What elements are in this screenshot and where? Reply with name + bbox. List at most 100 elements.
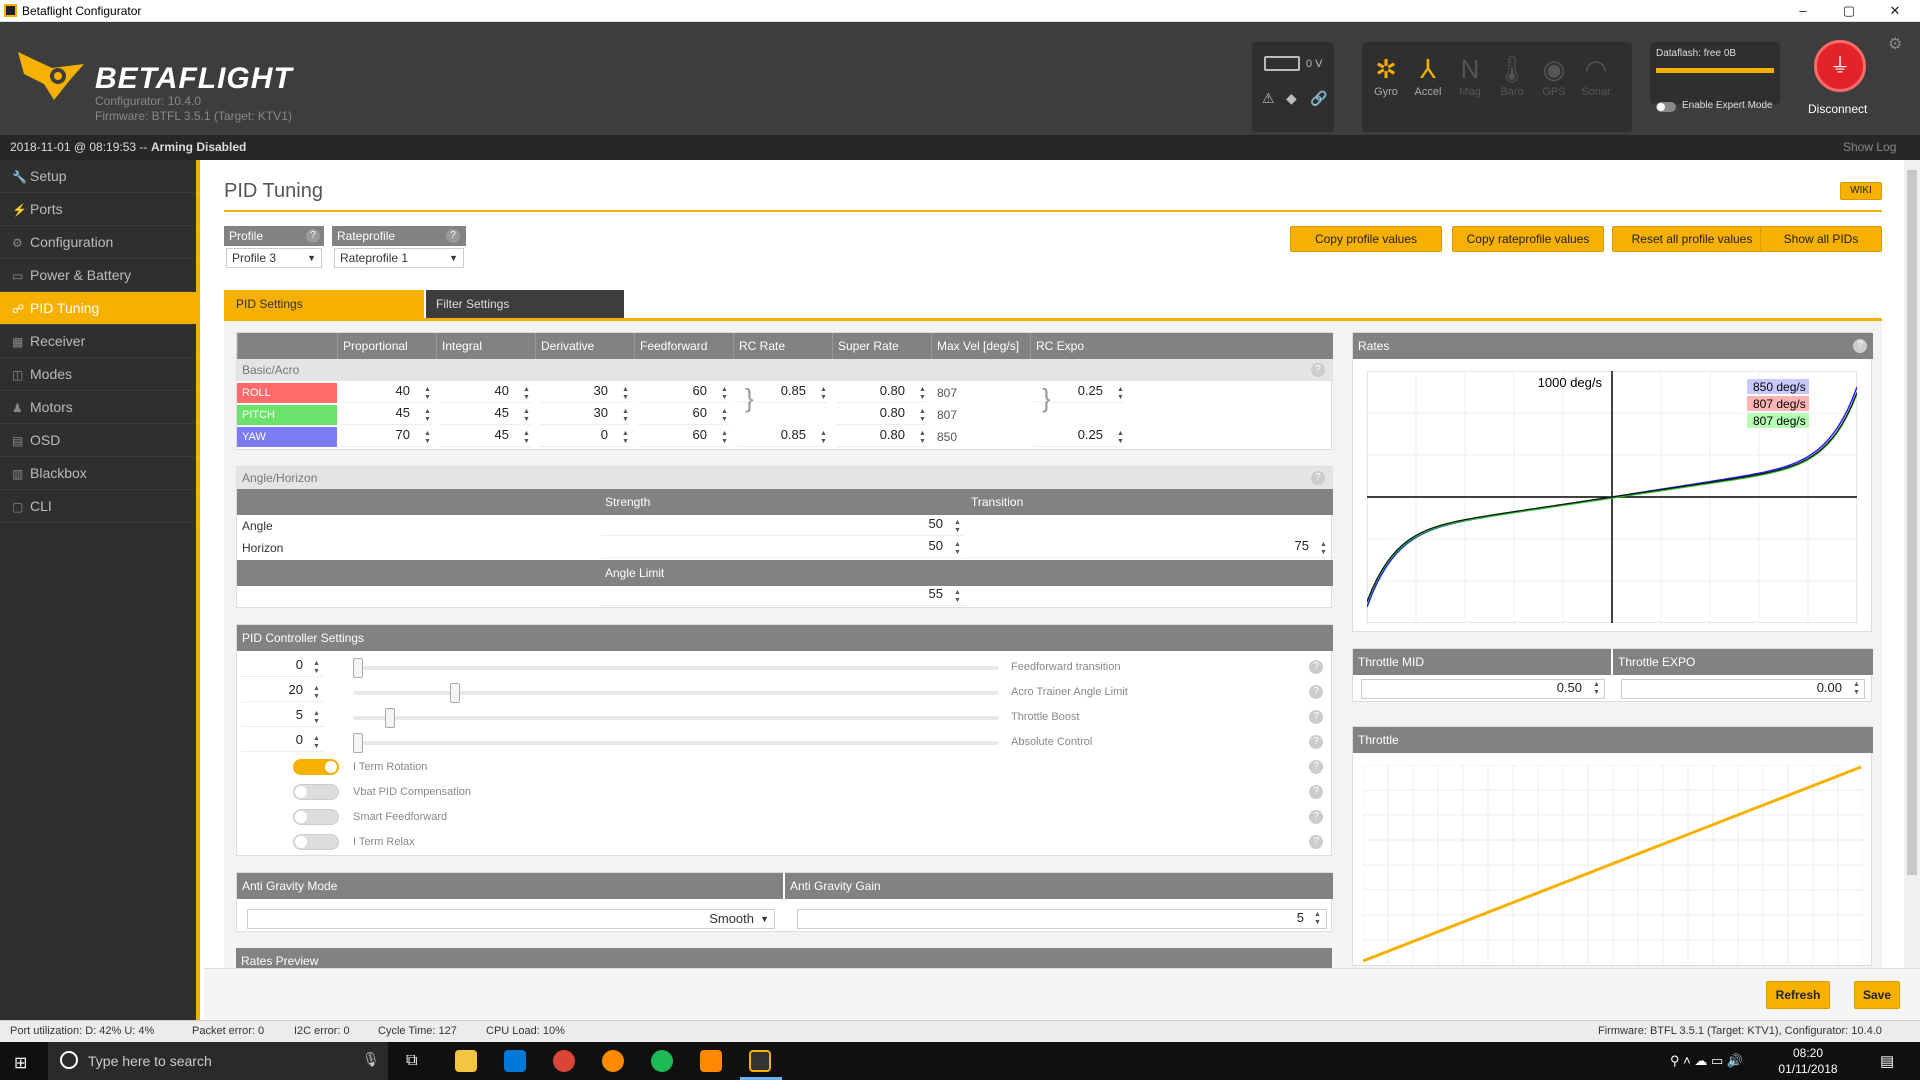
controller-help-icon[interactable]: ? bbox=[1309, 735, 1323, 749]
pitch-i-stepper[interactable]: ▲ ▼ bbox=[523, 408, 532, 424]
roll-rc_rate-stepper[interactable]: ▲ ▼ bbox=[820, 386, 829, 402]
toggle-i-term-rotation[interactable] bbox=[293, 759, 339, 775]
yaw-i-stepper[interactable]: ▲ ▼ bbox=[523, 430, 532, 446]
throttle-expo-input[interactable]: 0.00 bbox=[1621, 679, 1865, 699]
audible-icon[interactable] bbox=[602, 1050, 624, 1072]
toggle-smart-feedforward[interactable] bbox=[293, 809, 339, 825]
pitch-super_rate-stepper[interactable]: ▲ ▼ bbox=[919, 408, 928, 424]
controller-slider-handle[interactable] bbox=[353, 733, 363, 753]
toggle-i-term-relax[interactable] bbox=[293, 834, 339, 850]
rateprofile-help-icon[interactable]: ? bbox=[446, 229, 460, 243]
throttle-mid-stepper[interactable]: ▲ ▼ bbox=[1593, 681, 1602, 697]
reset-profile-button[interactable]: Reset all profile values bbox=[1612, 226, 1772, 252]
controller-slider-stepper[interactable]: ▲ ▼ bbox=[313, 660, 322, 676]
yaw-d-stepper[interactable]: ▲ ▼ bbox=[622, 430, 631, 446]
controller-slider-stepper[interactable]: ▲ ▼ bbox=[313, 685, 322, 701]
yaw-rc_rate-input[interactable]: 0.85 bbox=[737, 427, 828, 447]
tab-filter-settings[interactable]: Filter Settings bbox=[426, 290, 624, 318]
sidebar-item-receiver[interactable]: ▦ Receiver bbox=[0, 325, 196, 358]
notifications-icon[interactable]: ▤ bbox=[1880, 1052, 1894, 1070]
content-scrollbar[interactable] bbox=[1904, 160, 1920, 968]
pitch-p-stepper[interactable]: ▲ ▼ bbox=[424, 408, 433, 424]
yaw-ff-stepper[interactable]: ▲ ▼ bbox=[721, 430, 730, 446]
controller-help-icon[interactable]: ? bbox=[1309, 660, 1323, 674]
betaflight-taskbar-icon[interactable] bbox=[749, 1050, 771, 1072]
sidebar-item-ports[interactable]: ⚡ Ports bbox=[0, 193, 196, 226]
chrome-icon[interactable] bbox=[553, 1050, 575, 1072]
sidebar-item-pid-tuning[interactable]: ☍ PID Tuning bbox=[0, 292, 196, 325]
sidebar-item-configuration[interactable]: ⚙ Configuration bbox=[0, 226, 196, 259]
sidebar-item-motors[interactable]: ♟ Motors bbox=[0, 391, 196, 424]
spotify-icon[interactable] bbox=[651, 1050, 673, 1072]
pitch-d-stepper[interactable]: ▲ ▼ bbox=[622, 408, 631, 424]
sidebar-item-power-battery[interactable]: ▭ Power & Battery bbox=[0, 259, 196, 292]
vlc-icon[interactable] bbox=[700, 1050, 722, 1072]
yaw-p-input[interactable]: 70 bbox=[341, 427, 432, 447]
angle-limit-input[interactable]: 55 bbox=[601, 586, 965, 606]
anti-gravity-mode-select[interactable]: Smooth ▼ bbox=[247, 909, 775, 929]
controller-slider-stepper[interactable]: ▲ ▼ bbox=[313, 710, 322, 726]
link-bracket-icon[interactable]: } bbox=[1042, 385, 1051, 411]
anti-gravity-gain-stepper[interactable]: ▲ ▼ bbox=[1314, 911, 1323, 927]
taskbar-search[interactable]: Type here to search 🎙 bbox=[48, 1042, 388, 1080]
roll-i-input[interactable]: 40 bbox=[440, 383, 531, 403]
controller-slider-track[interactable] bbox=[353, 741, 999, 745]
angle-strength-stepper[interactable]: ▲ ▼ bbox=[954, 519, 963, 535]
maximize-button[interactable]: ▢ bbox=[1826, 0, 1872, 22]
close-button[interactable]: ✕ bbox=[1872, 0, 1918, 22]
roll-ff-input[interactable]: 60 bbox=[638, 383, 729, 403]
settings-gear-icon[interactable]: ⚙ bbox=[1888, 34, 1902, 54]
pitch-super_rate-input[interactable]: 0.80 bbox=[836, 405, 927, 425]
profile-select[interactable]: Profile 3 ▼ bbox=[226, 248, 322, 268]
yaw-super_rate-stepper[interactable]: ▲ ▼ bbox=[919, 430, 928, 446]
file-explorer-icon[interactable] bbox=[455, 1050, 477, 1072]
sidebar-item-setup[interactable]: 🔧 Setup bbox=[0, 160, 196, 193]
roll-super_rate-input[interactable]: 0.80 bbox=[836, 383, 927, 403]
toggle-help-icon[interactable]: ? bbox=[1309, 785, 1323, 799]
toggle-help-icon[interactable]: ? bbox=[1309, 760, 1323, 774]
angle-horizon-help-icon[interactable]: ? bbox=[1311, 471, 1325, 485]
horizon-transition-stepper[interactable]: ▲ ▼ bbox=[1320, 541, 1329, 557]
toggle-help-icon[interactable]: ? bbox=[1309, 835, 1323, 849]
tab-pid-settings[interactable]: PID Settings bbox=[224, 290, 424, 318]
pitch-ff-input[interactable]: 60 bbox=[638, 405, 729, 425]
throttle-expo-stepper[interactable]: ▲ ▼ bbox=[1853, 681, 1862, 697]
rates-help-icon[interactable]: ? bbox=[1853, 339, 1867, 353]
controller-slider-track[interactable] bbox=[353, 716, 999, 720]
yaw-expo-stepper[interactable]: ▲ ▼ bbox=[1117, 430, 1126, 446]
toggle-vbat-pid-compensation[interactable] bbox=[293, 784, 339, 800]
sidebar-item-osd[interactable]: ▤ OSD bbox=[0, 424, 196, 457]
profile-help-icon[interactable]: ? bbox=[306, 229, 320, 243]
yaw-expo-input[interactable]: 0.25 bbox=[1034, 427, 1125, 447]
angle-strength-input[interactable]: 50 bbox=[601, 516, 965, 536]
pitch-i-input[interactable]: 45 bbox=[440, 405, 531, 425]
store-icon[interactable] bbox=[504, 1050, 526, 1072]
roll-p-stepper[interactable]: ▲ ▼ bbox=[424, 386, 433, 402]
pitch-ff-stepper[interactable]: ▲ ▼ bbox=[721, 408, 730, 424]
roll-d-input[interactable]: 30 bbox=[539, 383, 630, 403]
roll-super_rate-stepper[interactable]: ▲ ▼ bbox=[919, 386, 928, 402]
roll-d-stepper[interactable]: ▲ ▼ bbox=[622, 386, 631, 402]
horizon-strength-input[interactable]: 50 bbox=[601, 538, 965, 558]
yaw-p-stepper[interactable]: ▲ ▼ bbox=[424, 430, 433, 446]
roll-i-stepper[interactable]: ▲ ▼ bbox=[523, 386, 532, 402]
controller-slider-stepper[interactable]: ▲ ▼ bbox=[313, 735, 322, 751]
expert-mode-toggle[interactable] bbox=[1656, 102, 1676, 112]
show-log-link[interactable]: Show Log bbox=[1843, 140, 1896, 154]
pitch-p-input[interactable]: 45 bbox=[341, 405, 432, 425]
wiki-button[interactable]: WIKI bbox=[1840, 182, 1882, 200]
windows-start-icon[interactable]: ⊞ bbox=[14, 1053, 27, 1073]
horizon-strength-stepper[interactable]: ▲ ▼ bbox=[954, 541, 963, 557]
refresh-button[interactable]: Refresh bbox=[1766, 981, 1830, 1009]
basic-acro-help-icon[interactable]: ? bbox=[1311, 363, 1325, 377]
yaw-ff-input[interactable]: 60 bbox=[638, 427, 729, 447]
yaw-i-input[interactable]: 45 bbox=[440, 427, 531, 447]
throttle-mid-input[interactable]: 0.50 bbox=[1361, 679, 1605, 699]
sidebar-item-blackbox[interactable]: ▥ Blackbox bbox=[0, 457, 196, 490]
toggle-help-icon[interactable]: ? bbox=[1309, 810, 1323, 824]
disconnect-button[interactable]: ⏚ bbox=[1814, 40, 1866, 92]
yaw-super_rate-input[interactable]: 0.80 bbox=[836, 427, 927, 447]
link-bracket-icon[interactable]: } bbox=[745, 385, 754, 411]
yaw-rc_rate-stepper[interactable]: ▲ ▼ bbox=[820, 430, 829, 446]
yaw-d-input[interactable]: 0 bbox=[539, 427, 630, 447]
